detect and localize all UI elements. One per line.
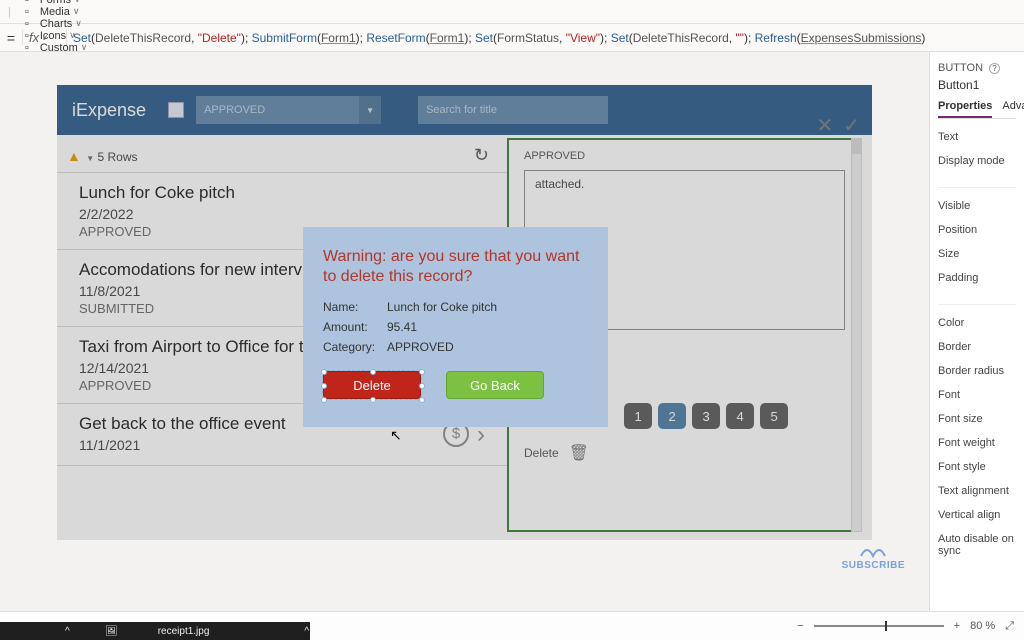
- prop-vertical-align[interactable]: Vertical align: [938, 509, 1016, 521]
- taskbar-strip: ^ 🖼 receipt1.jpg ^: [0, 622, 310, 640]
- fullscreen-icon[interactable]: ⤢: [1005, 620, 1014, 633]
- prop-font-weight[interactable]: Font weight: [938, 437, 1016, 449]
- control-name: Button1: [938, 78, 1016, 92]
- prop-padding[interactable]: Padding: [938, 272, 1016, 284]
- canvas-workspace: iExpense APPROVED ▼ Search for title ▲ ▼…: [0, 52, 929, 611]
- prop-size[interactable]: Size: [938, 248, 1016, 260]
- go-back-button[interactable]: Go Back: [446, 371, 544, 399]
- file-icon: 🖼: [105, 626, 118, 637]
- watermark: SUBSCRIBE: [842, 542, 905, 571]
- selection-handle[interactable]: [370, 369, 376, 375]
- selection-handle[interactable]: [419, 397, 425, 403]
- zoom-percent: 80 %: [970, 620, 995, 632]
- selection-handle[interactable]: [321, 383, 327, 389]
- prop-font-size[interactable]: Font size: [938, 413, 1016, 425]
- prop-tabs: Properties Advanc: [938, 100, 1016, 119]
- fx-label[interactable]: fx∨: [22, 30, 67, 45]
- selection-handle[interactable]: [321, 397, 327, 403]
- divider-icon: |: [8, 6, 11, 18]
- prop-font[interactable]: Font: [938, 389, 1016, 401]
- cursor-icon: ↖: [390, 427, 402, 444]
- prop-text[interactable]: Text: [938, 131, 1016, 143]
- prop-border-radius[interactable]: Border radius: [938, 365, 1016, 377]
- property-panel: BUTTON? Button1 Properties Advanc Text Di…: [929, 52, 1024, 611]
- equals-icon: =: [0, 30, 22, 46]
- ribbon-media[interactable]: ▫Media ∨: [25, 6, 116, 18]
- tab-properties[interactable]: Properties: [938, 100, 992, 118]
- delete-confirm-modal: Warning: are you sure that you want to d…: [303, 227, 608, 427]
- selection-handle[interactable]: [321, 369, 327, 375]
- selection-handle[interactable]: [370, 397, 376, 403]
- delete-button[interactable]: Delete: [323, 371, 421, 399]
- prop-auto-disable-on-sync[interactable]: Auto disable on sync: [938, 533, 1016, 557]
- prop-text-alignment[interactable]: Text alignment: [938, 485, 1016, 497]
- ribbon-charts[interactable]: ▫Charts ∨: [25, 18, 116, 30]
- zoom-in-icon[interactable]: +: [954, 620, 960, 632]
- zoom-out-icon[interactable]: −: [797, 620, 803, 632]
- modal-field: Name:Lunch for Coke pitch: [303, 297, 608, 317]
- prop-border[interactable]: Border: [938, 341, 1016, 353]
- control-type: BUTTON?: [938, 62, 1016, 74]
- info-icon[interactable]: ?: [989, 63, 1000, 74]
- prop-display-mode[interactable]: Display mode: [938, 155, 1016, 167]
- chevron-up-icon[interactable]: ^: [65, 626, 70, 637]
- selection-handle[interactable]: [419, 383, 425, 389]
- modal-warning-text: Warning: are you sure that you want to d…: [303, 227, 608, 297]
- prop-visible[interactable]: Visible: [938, 200, 1016, 212]
- taskbar-file[interactable]: receipt1.jpg: [158, 626, 210, 637]
- prop-color[interactable]: Color: [938, 317, 1016, 329]
- prop-position[interactable]: Position: [938, 224, 1016, 236]
- tab-advanced[interactable]: Advanc: [1002, 100, 1024, 118]
- chevron-up-icon[interactable]: ^: [304, 626, 309, 637]
- ribbon-bar: | ▫Text ∨ ▫Input ∨ ▫Gallery ∨ ▫Data tabl…: [0, 0, 1024, 24]
- formula-bar: = fx∨ Set(DeleteThisRecord, "Delete"); S…: [0, 24, 1024, 52]
- formula-input[interactable]: Set(DeleteThisRecord, "Delete"); SubmitF…: [67, 31, 1024, 45]
- zoom-slider[interactable]: [814, 625, 944, 627]
- modal-field: Category:APPROVED: [303, 337, 608, 357]
- prop-font-style[interactable]: Font style: [938, 461, 1016, 473]
- modal-field: Amount:95.41: [303, 317, 608, 337]
- selection-handle[interactable]: [419, 369, 425, 375]
